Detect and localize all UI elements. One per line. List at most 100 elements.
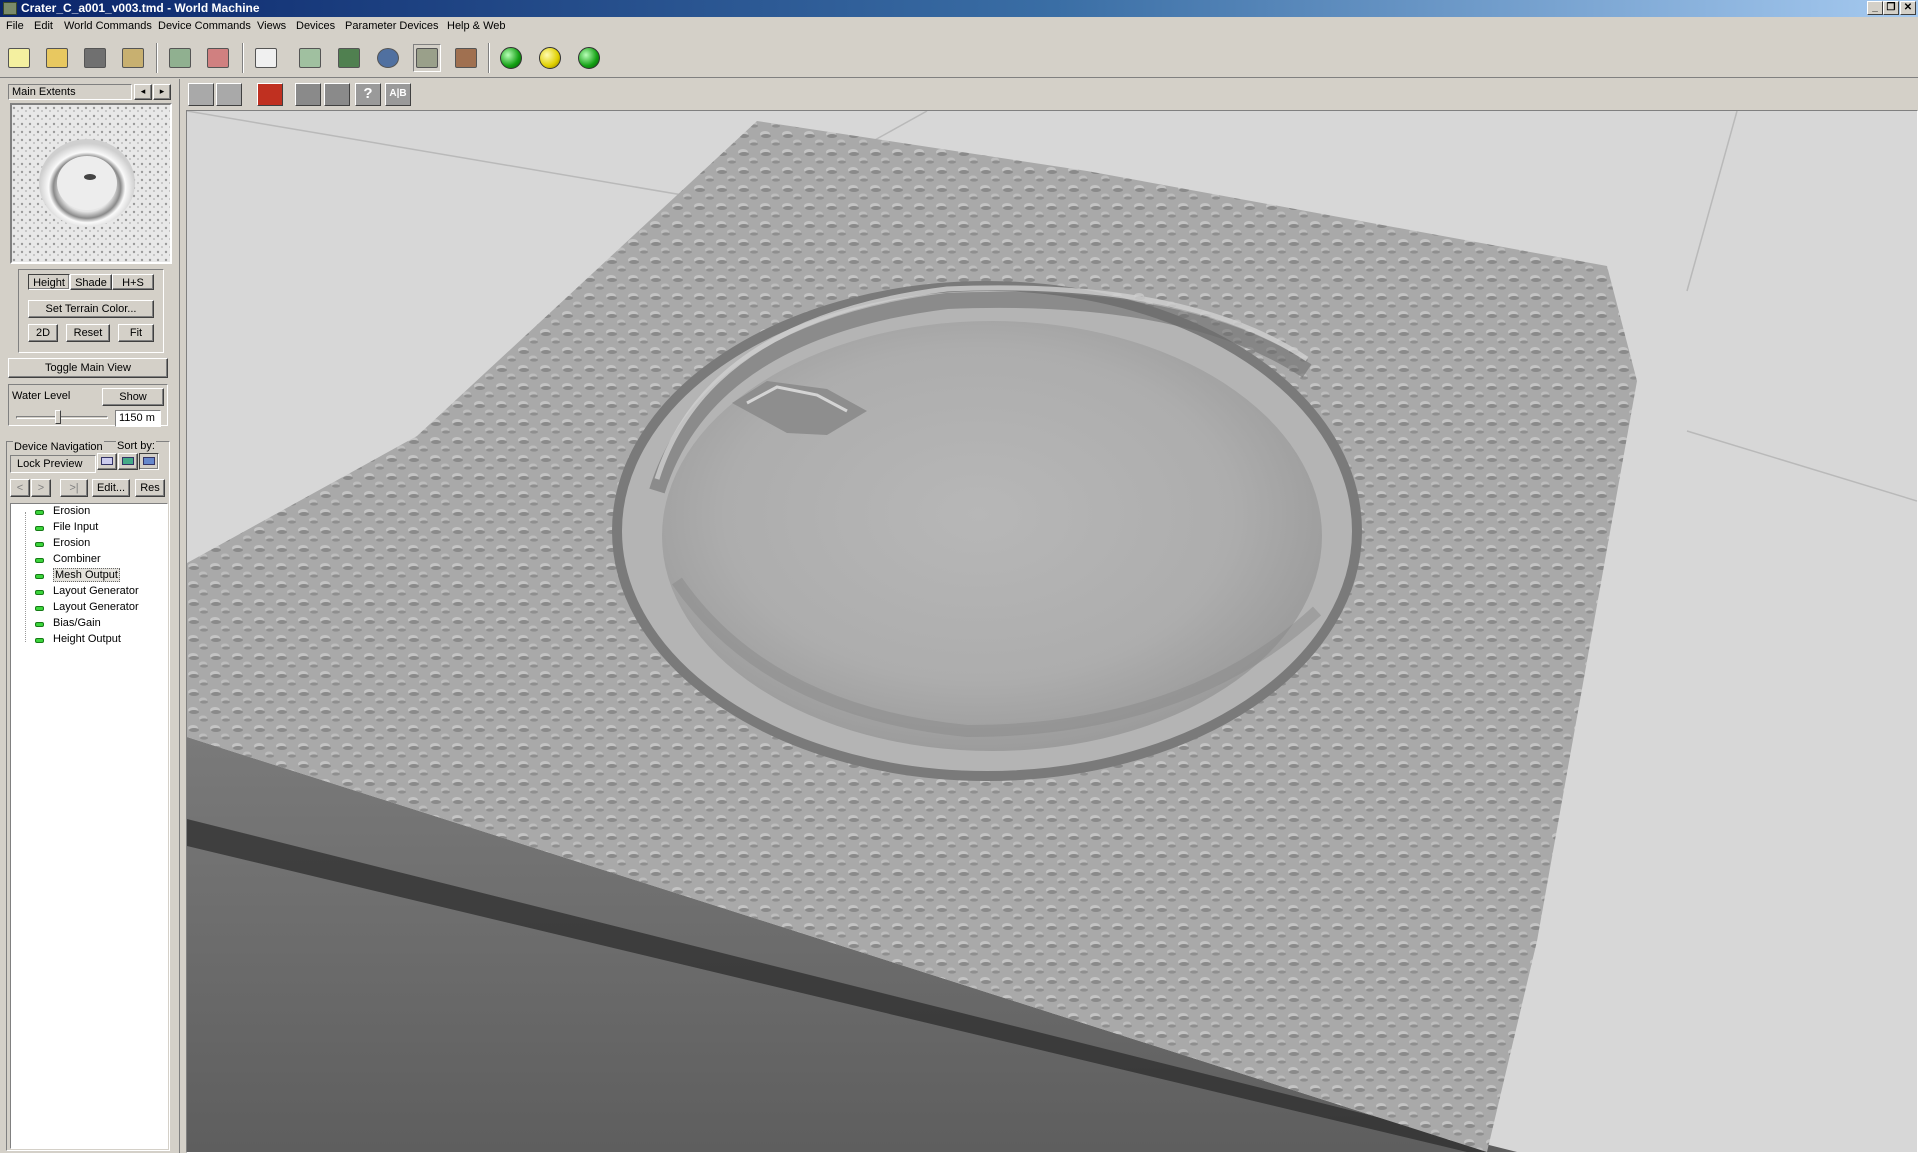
grid-icon[interactable] xyxy=(335,44,363,72)
menu-edit[interactable]: Edit xyxy=(34,20,53,32)
set-terrain-color-button[interactable]: Set Terrain Color... xyxy=(28,300,154,318)
water-level-value: 1150 m xyxy=(119,412,155,424)
menu-help-web[interactable]: Help & Web xyxy=(447,20,506,32)
water-level-label: Water Level xyxy=(12,390,71,402)
sort-by-label: Sort by: xyxy=(116,440,156,452)
low-res-icon[interactable] xyxy=(216,83,242,106)
list-item[interactable]: Erosion xyxy=(11,536,167,552)
terrain-render xyxy=(187,111,1917,1152)
device-list[interactable]: Erosion File Input Erosion Combiner Mesh… xyxy=(10,503,168,1149)
menu-bar: File Edit World Commands Device Commands… xyxy=(0,17,1918,37)
shade-mode-button[interactable]: Shade xyxy=(70,274,112,290)
device-label: Height Output xyxy=(53,633,121,645)
build-yellow-icon[interactable] xyxy=(536,44,564,72)
lock-preview-button[interactable]: Lock Preview xyxy=(10,455,96,473)
extents-icon[interactable] xyxy=(296,44,324,72)
nav-end-button[interactable]: >| xyxy=(60,479,88,497)
res-button[interactable]: Res xyxy=(135,479,165,497)
texture-icon[interactable] xyxy=(452,44,480,72)
world-globe-icon[interactable] xyxy=(374,44,402,72)
height-mode-button[interactable]: Height xyxy=(28,274,70,290)
device-status-icon xyxy=(35,510,44,515)
sort-type-icon[interactable] xyxy=(118,453,138,470)
device-status-icon xyxy=(35,558,44,563)
water-show-button[interactable]: Show xyxy=(102,388,164,406)
close-button[interactable]: ✕ xyxy=(1900,1,1916,15)
device-status-icon xyxy=(35,574,44,579)
device-status-icon xyxy=(35,526,44,531)
device-label: Layout Generator xyxy=(53,601,139,613)
device-status-icon xyxy=(35,638,44,643)
build-green-icon[interactable] xyxy=(497,44,525,72)
extents-dropdown[interactable]: Main Extents xyxy=(8,84,132,100)
water-level-slider-track[interactable] xyxy=(16,416,108,419)
device-status-icon xyxy=(35,622,44,627)
device-status-icon xyxy=(35,542,44,547)
left-panel: Main Extents ◂ ▸ Height Shade H+S Set Te… xyxy=(0,79,180,1153)
device-status-icon xyxy=(35,606,44,611)
water-level-input[interactable]: 1150 m xyxy=(115,410,161,427)
menu-devices[interactable]: Devices xyxy=(296,20,335,32)
layout-view-icon[interactable] xyxy=(166,44,194,72)
open-folder-icon[interactable] xyxy=(43,44,71,72)
dice-icon[interactable] xyxy=(252,44,280,72)
toggle-main-view-button[interactable]: Toggle Main View xyxy=(8,358,168,378)
device-view-icon[interactable] xyxy=(204,44,232,72)
main-toolbar xyxy=(0,37,1918,78)
reset-button[interactable]: Reset xyxy=(66,324,110,342)
sort-position-icon[interactable] xyxy=(139,453,159,470)
menu-views[interactable]: Views xyxy=(257,20,286,32)
extents-next-button[interactable]: ▸ xyxy=(153,84,171,100)
fit-button[interactable]: Fit xyxy=(118,324,154,342)
terrain-render-icon[interactable] xyxy=(188,83,214,106)
preview-thumbnail[interactable] xyxy=(10,103,172,264)
minimize-button[interactable]: _ xyxy=(1867,1,1883,15)
list-item[interactable]: Bias/Gain xyxy=(11,616,167,632)
sort-list-icon[interactable] xyxy=(97,453,117,470)
2d-button[interactable]: 2D xyxy=(28,324,58,342)
help-icon[interactable]: ? xyxy=(355,83,381,106)
list-item[interactable]: Height Output xyxy=(11,632,167,648)
list-item-selected[interactable]: Mesh Output xyxy=(11,568,167,584)
preview-heightmap xyxy=(12,105,170,262)
save-disk-icon[interactable] xyxy=(81,44,109,72)
reset-view-icon[interactable] xyxy=(257,83,283,106)
nav-back-button[interactable]: < xyxy=(10,479,30,497)
window-title: Crater_C_a001_v003.tmd - World Machine xyxy=(21,1,260,15)
device-status-icon xyxy=(35,590,44,595)
menu-parameter-devices[interactable]: Parameter Devices xyxy=(345,20,439,32)
hs-mode-button[interactable]: H+S xyxy=(112,274,154,290)
alpha-icon[interactable]: A|B xyxy=(385,83,411,106)
list-item[interactable]: Layout Generator xyxy=(11,584,167,600)
device-label: Layout Generator xyxy=(53,585,139,597)
list-item[interactable]: File Input xyxy=(11,520,167,536)
edit-device-button[interactable]: Edit... xyxy=(92,479,130,497)
view-toolbar: ? A|B xyxy=(186,79,1918,109)
flat-shade-icon[interactable] xyxy=(295,83,321,106)
list-item[interactable]: Combiner xyxy=(11,552,167,568)
menu-file[interactable]: File xyxy=(6,20,24,32)
explorer-green-icon[interactable] xyxy=(575,44,603,72)
menu-device-commands[interactable]: Device Commands xyxy=(158,20,251,32)
lock-preview-label: Lock Preview xyxy=(17,458,83,470)
title-bar: Crater_C_a001_v003.tmd - World Machine _… xyxy=(0,0,1918,17)
water-level-slider-thumb[interactable] xyxy=(55,410,61,424)
list-item[interactable]: Erosion xyxy=(11,504,167,520)
extents-prev-button[interactable]: ◂ xyxy=(134,84,152,100)
device-label: Mesh Output xyxy=(53,568,120,582)
nav-forward-button[interactable]: > xyxy=(31,479,51,497)
device-navigation-title: Device Navigation xyxy=(13,441,104,453)
device-label: Combiner xyxy=(53,553,101,565)
terrain-view-icon[interactable] xyxy=(413,44,441,72)
restore-button[interactable]: ❐ xyxy=(1883,1,1899,15)
device-label: Erosion xyxy=(53,537,91,549)
texture-shade-icon[interactable] xyxy=(324,83,350,106)
new-file-icon[interactable] xyxy=(5,44,33,72)
list-item[interactable]: Layout Generator xyxy=(11,600,167,616)
extents-label: Main Extents xyxy=(12,86,76,98)
menu-world-commands[interactable]: World Commands xyxy=(64,20,152,32)
device-label: Bias/Gain xyxy=(53,617,101,629)
properties-icon[interactable] xyxy=(119,44,147,72)
terrain-3d-viewport[interactable] xyxy=(186,110,1918,1153)
device-label: File Input xyxy=(53,521,99,533)
